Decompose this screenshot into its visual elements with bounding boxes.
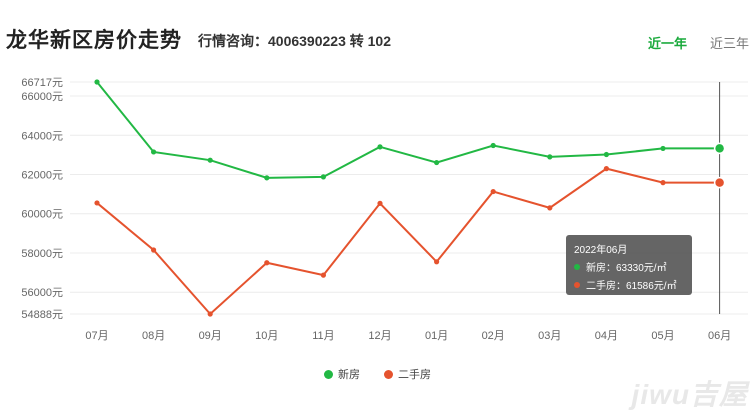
y-tick-label: 66000元 [21, 91, 63, 103]
legend-item-resale[interactable]: 二手房 [384, 366, 431, 382]
data-point [603, 166, 610, 172]
data-point [207, 157, 213, 163]
legend-dot-resale [384, 370, 393, 379]
price-trend-chart: 54888元 56000元 58000元 60000元 62000元 64000元 6600… [21, 77, 748, 342]
data-point [490, 142, 496, 149]
x-tick-label: 05月 [651, 330, 674, 342]
y-tick-label: 54888元 [21, 309, 63, 321]
tooltip-dot-new [574, 264, 580, 270]
data-point [151, 149, 157, 155]
x-tick-label: 12月 [368, 330, 391, 342]
legend-dot-new [324, 370, 333, 379]
data-point [264, 260, 270, 266]
data-point [377, 144, 383, 150]
x-tick-label: 07月 [85, 330, 108, 342]
x-tick-label: 03月 [538, 330, 561, 342]
tooltip-row-new-text: 新房：63330元/㎡ [586, 263, 667, 274]
y-tick-label: 66717元 [21, 77, 63, 89]
y-tick-label: 60000元 [21, 209, 63, 221]
data-point [660, 180, 666, 186]
data-point [490, 188, 496, 195]
tooltip-row-new: 新房：63330元/㎡ [574, 259, 667, 274]
watermark-logo: jiwu吉屋 [631, 379, 748, 410]
x-tick-label: 01月 [425, 330, 448, 342]
data-point [264, 175, 270, 181]
x-tick-label: 10月 [255, 330, 278, 342]
y-tick-label: 62000元 [21, 170, 63, 182]
x-tick-label: 04月 [595, 330, 618, 342]
data-point [660, 145, 666, 152]
data-point [434, 159, 440, 166]
data-point [434, 259, 440, 265]
tooltip-title: 2022年06月 [574, 245, 628, 256]
x-tick-label: 09月 [199, 330, 222, 342]
y-tick-label: 64000元 [21, 130, 63, 142]
data-point [547, 205, 553, 211]
data-point [377, 200, 383, 206]
tooltip-dot-resale [574, 282, 580, 288]
data-point [207, 311, 213, 317]
data-point [94, 200, 100, 206]
y-tick-label: 56000元 [21, 287, 63, 299]
x-tick-label: 02月 [482, 330, 505, 342]
x-tick-label: 08月 [142, 330, 165, 342]
data-point [94, 79, 100, 85]
data-point [713, 142, 726, 155]
legend-label-new: 新房 [338, 369, 360, 381]
x-tick-label: 06月 [708, 330, 731, 342]
data-point [320, 272, 326, 278]
y-tick-label: 58000元 [21, 248, 63, 260]
data-point [151, 247, 157, 253]
data-point [713, 176, 726, 189]
legend-label-resale: 二手房 [398, 369, 431, 381]
data-point [320, 174, 326, 180]
tooltip-row-resale: 二手房：61586元/㎡ [574, 277, 677, 292]
x-tick-label: 11月 [312, 330, 334, 342]
tooltip-row-resale-text: 二手房：61586元/㎡ [586, 281, 677, 292]
legend-item-new[interactable]: 新房 [324, 366, 360, 382]
data-point [603, 151, 610, 158]
data-point [547, 154, 553, 160]
chart-tooltip: 2022年06月 新房：63330元/㎡ 二手房：61586元/㎡ [566, 235, 692, 295]
